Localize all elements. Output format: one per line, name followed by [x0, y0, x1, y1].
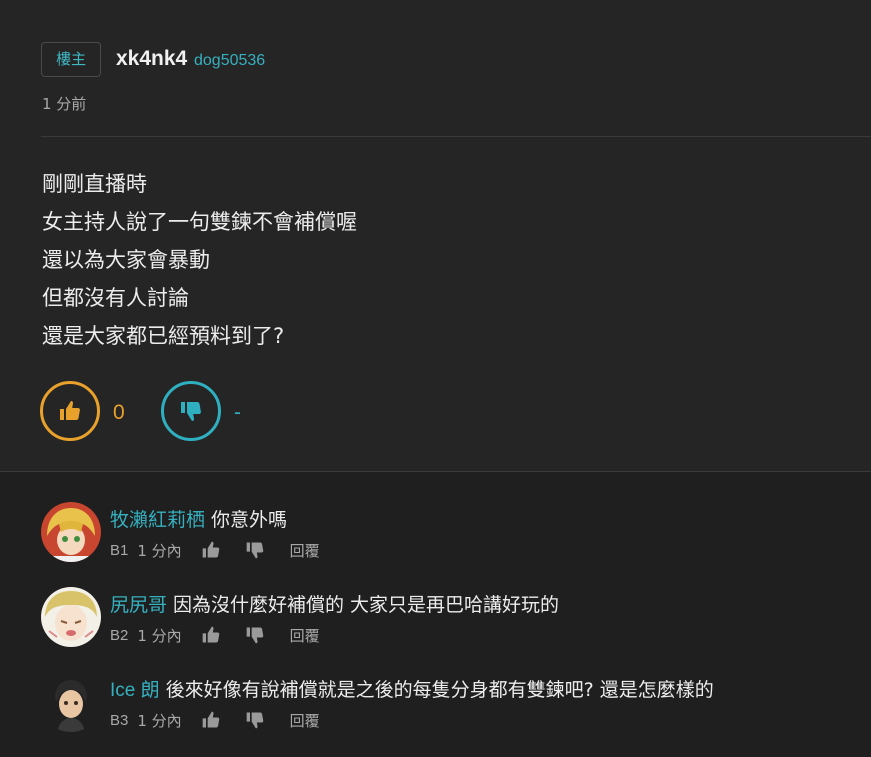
reply-line: 牧瀨紅莉栖 你意外嗎 — [110, 505, 287, 532]
reply-item: 牧瀨紅莉栖 你意外嗎 B1 1 分內 回覆 — [0, 502, 871, 587]
reply-meta: B2 1 分內 回覆 — [110, 623, 320, 647]
reply-username[interactable]: 牧瀨紅莉栖 — [110, 510, 205, 531]
avatar[interactable] — [41, 587, 101, 647]
post-body-line: 女主持人說了一句雙鍊不會補償喔 — [42, 210, 357, 234]
reply-button[interactable]: 回覆 — [290, 625, 320, 646]
reply-item: 尻尻哥 因為沒什麼好補償的 大家只是再巴哈講好玩的 B2 1 分內 回覆 — [0, 587, 871, 672]
post-time: 1 分前 — [42, 95, 87, 113]
reply-line: 尻尻哥 因為沒什麼好補償的 大家只是再巴哈講好玩的 — [110, 590, 559, 617]
thumbs-down-icon[interactable] — [244, 625, 266, 645]
reply-text: 因為沒什麼好補償的 大家只是再巴哈講好玩的 — [173, 594, 560, 616]
reply-meta: B3 1 分內 回覆 — [110, 708, 320, 732]
floor-number: B1 — [110, 541, 129, 559]
reply-button[interactable]: 回覆 — [290, 710, 320, 731]
thumbs-up-icon — [60, 401, 80, 420]
upvote-count: 0 — [113, 401, 125, 424]
author-id[interactable]: dog50536 — [194, 52, 265, 70]
avatar[interactable] — [41, 672, 101, 732]
avatar[interactable] — [41, 502, 101, 562]
floor-number: B2 — [110, 626, 129, 644]
post-body-line: 剛剛直播時 — [42, 172, 147, 196]
op-badge: 樓主 — [41, 42, 101, 77]
reply-text: 你意外嗎 — [211, 509, 288, 531]
downvote-count: - — [234, 401, 241, 424]
reply-text: 後來好像有說補償就是之後的每隻分身都有雙鍊吧? 還是怎麼樣的 — [165, 679, 714, 701]
reply-button[interactable]: 回覆 — [290, 540, 320, 561]
thumbs-down-icon[interactable] — [244, 710, 266, 730]
post-body-line: 還是大家都已經預料到了? — [42, 324, 285, 348]
reply-username[interactable]: Ice 朗 — [110, 680, 160, 701]
reply-meta: B1 1 分內 回覆 — [110, 538, 320, 562]
main-post: 樓主 xk4nk4 dog50536 1 分前 剛剛直播時 女主持人說了一句雙鍊… — [0, 0, 871, 472]
reply-time: 1 分內 — [137, 626, 182, 645]
thumbs-down-icon[interactable] — [244, 540, 266, 560]
post-body: 剛剛直播時 女主持人說了一句雙鍊不會補償喔 還以為大家會暴動 但都沒有人討論 還… — [42, 165, 357, 355]
author-name[interactable]: xk4nk4 — [116, 47, 187, 71]
reply-username[interactable]: 尻尻哥 — [110, 595, 167, 616]
upvote-button[interactable] — [40, 381, 100, 441]
thumbs-down-icon — [181, 402, 201, 421]
thumbs-up-icon[interactable] — [200, 710, 222, 730]
thumbs-up-icon[interactable] — [200, 540, 222, 560]
divider — [41, 136, 871, 137]
post-body-line: 但都沒有人討論 — [42, 286, 189, 310]
downvote-button[interactable] — [161, 381, 221, 441]
reply-item: Ice 朗後來好像有說補償就是之後的每隻分身都有雙鍊吧? 還是怎麼樣的 B3 1… — [0, 672, 871, 757]
post-body-line: 還以為大家會暴動 — [42, 248, 210, 272]
thumbs-up-icon[interactable] — [200, 625, 222, 645]
reply-time: 1 分內 — [137, 711, 182, 730]
floor-number: B3 — [110, 711, 129, 729]
reply-line: Ice 朗後來好像有說補償就是之後的每隻分身都有雙鍊吧? 還是怎麼樣的 — [110, 675, 714, 702]
reply-time: 1 分內 — [137, 541, 182, 560]
